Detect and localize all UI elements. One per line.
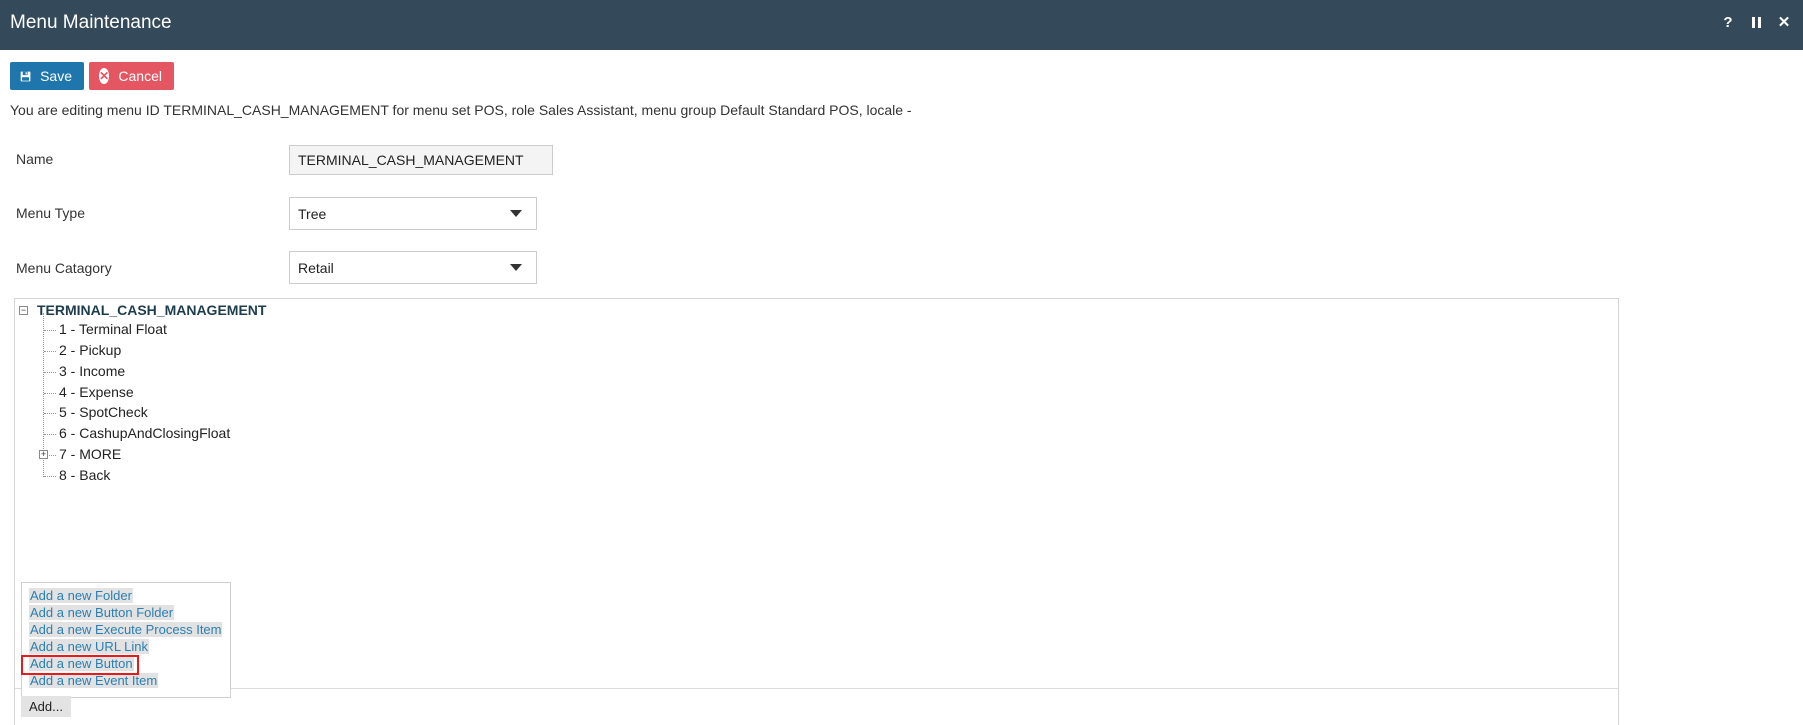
tree-connector [44, 372, 56, 373]
divider [15, 688, 1618, 689]
tree-node[interactable]: 5 - SpotCheck [59, 404, 148, 420]
menu-type-select[interactable]: Tree [289, 197, 537, 230]
menu-type-value: Tree [298, 205, 327, 222]
collapse-toggle-icon[interactable]: − [19, 306, 28, 315]
menu-category-label: Menu Catagory [16, 260, 112, 276]
expand-toggle-icon[interactable]: + [39, 450, 48, 459]
menu-item-add-url-link[interactable]: Add a new URL Link [29, 639, 150, 654]
highlight-box [21, 655, 139, 675]
cancel-button-label: Cancel [118, 68, 162, 84]
cancel-button[interactable]: ✕ Cancel [89, 62, 174, 90]
menu-item-add-button-folder[interactable]: Add a new Button Folder [29, 605, 175, 620]
tree-node-folder[interactable]: 7 - MORE [59, 446, 121, 462]
menu-category-value: Retail [298, 259, 334, 276]
window-controls: ? ✕ [1721, 13, 1791, 32]
name-field-value: TERMINAL_CASH_MANAGEMENT [298, 152, 524, 168]
tree-connector [44, 351, 56, 352]
add-button[interactable]: Add... [21, 696, 71, 717]
tree-node[interactable]: 4 - Expense [59, 384, 134, 400]
help-icon[interactable]: ? [1721, 13, 1735, 31]
tree-connector [44, 330, 56, 331]
tree-node[interactable]: 1 - Terminal Float [59, 321, 167, 337]
pause-icon[interactable] [1749, 13, 1763, 31]
menu-item-add-event-item[interactable]: Add a new Event Item [29, 673, 159, 688]
save-button-label: Save [40, 68, 72, 84]
tree-connector [44, 413, 56, 414]
tree-node[interactable]: 3 - Income [59, 363, 125, 379]
close-icon[interactable]: ✕ [1777, 13, 1791, 31]
name-label: Name [16, 151, 54, 167]
chevron-down-icon [510, 264, 522, 271]
window-title: Menu Maintenance [10, 12, 172, 33]
floppy-disk-icon [20, 71, 31, 81]
add-button-label: Add... [29, 699, 63, 714]
cancel-circle-icon: ✕ [99, 68, 110, 84]
menu-tree-panel [14, 298, 1619, 725]
tree-connector [44, 434, 56, 435]
menu-category-select[interactable]: Retail [289, 251, 537, 284]
tree-connector [44, 476, 56, 477]
menu-item-add-folder[interactable]: Add a new Folder [29, 588, 133, 603]
editing-info-text: You are editing menu ID TERMINAL_CASH_MA… [10, 102, 912, 118]
menu-type-label: Menu Type [16, 205, 86, 221]
menu-item-add-execute-process[interactable]: Add a new Execute Process Item [29, 622, 223, 637]
tree-root-node[interactable]: TERMINAL_CASH_MANAGEMENT [37, 302, 266, 318]
tree-node[interactable]: 2 - Pickup [59, 342, 121, 358]
tree-connector [44, 393, 56, 394]
chevron-down-icon [510, 210, 522, 217]
name-field[interactable]: TERMINAL_CASH_MANAGEMENT [289, 145, 553, 175]
save-button[interactable]: Save [10, 62, 84, 90]
tree-node[interactable]: 6 - CashupAndClosingFloat [59, 425, 230, 441]
title-bar: Menu Maintenance ? ✕ [0, 0, 1803, 50]
tree-node[interactable]: 8 - Back [59, 467, 110, 483]
